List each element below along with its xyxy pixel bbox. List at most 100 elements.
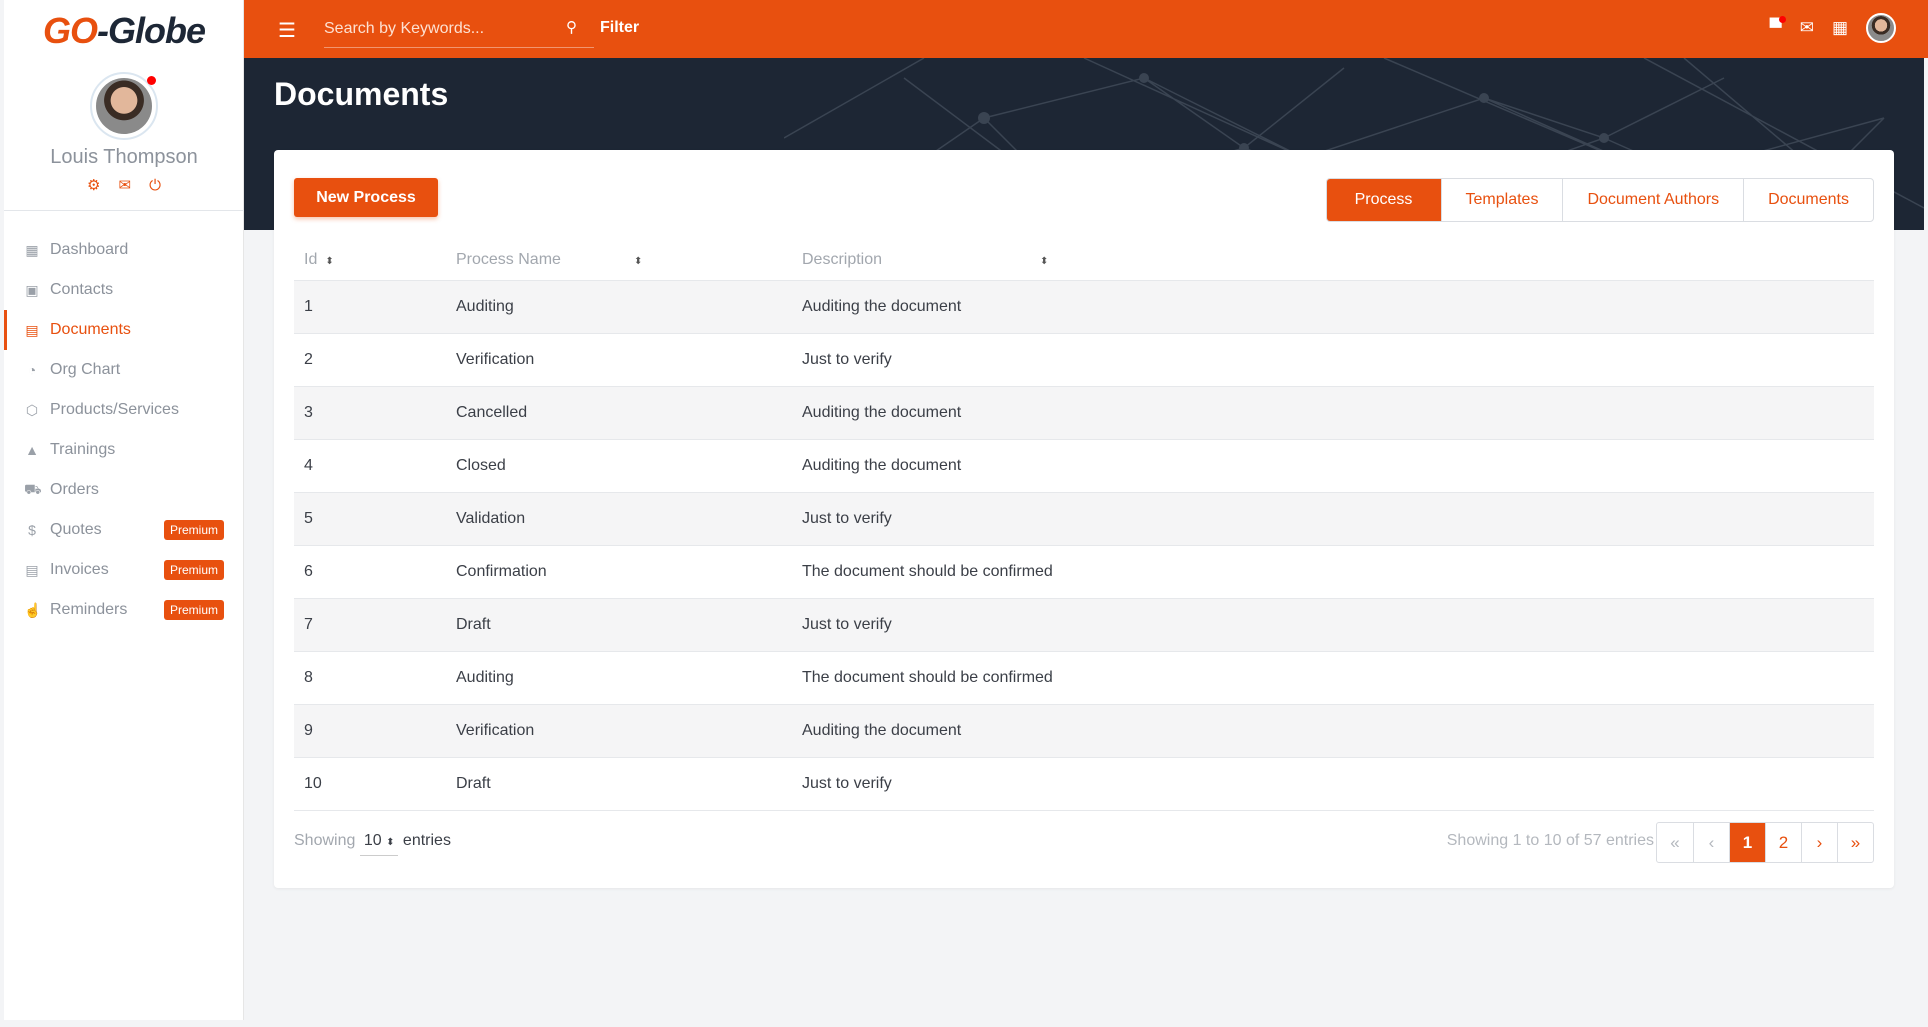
table-row[interactable]: 8 Auditing The document should be confirme… — [294, 651, 1874, 705]
table-row[interactable]: 10 Draft Just to verify — [294, 757, 1874, 811]
sidebar: GO-Globe Louis Thompson ⚙ ✉ ⏻ ▦ Dashboard ▣ C… — [4, 0, 244, 1020]
sidebar-item-label: Contacts — [50, 281, 114, 298]
cell-description: Auditing the document — [792, 439, 1874, 493]
power-icon[interactable]: ⏻ — [149, 177, 161, 194]
table-row[interactable]: 7 Draft Just to verify — [294, 598, 1874, 652]
table-row[interactable]: 4 Closed Auditing the document — [294, 439, 1874, 493]
cell-id: 5 — [294, 492, 446, 546]
sidebar-item-label: Quotes — [50, 521, 102, 538]
sidebar-item-label: Documents — [50, 321, 131, 338]
entries-summary: Showing 1 to 10 of 57 entries — [1446, 832, 1654, 849]
sidebar-nav: ▦ Dashboard ▣ Contacts ▤ Documents ◔ Org Chart ⬡… — [4, 230, 244, 630]
sort-icon: ⬍ — [1040, 255, 1049, 267]
search-icon[interactable]: ⚲ — [566, 18, 577, 36]
page-2-button[interactable]: 2 — [1765, 823, 1801, 862]
column-header-description[interactable]: Description ⬍ — [792, 240, 1874, 281]
tab-process[interactable]: Process — [1326, 179, 1441, 221]
documents-icon: ▤ — [25, 321, 39, 338]
user-avatar[interactable] — [1866, 13, 1896, 43]
logo[interactable]: GO-Globe — [4, 10, 244, 52]
settings-gear-icon[interactable]: ⚙ — [87, 177, 100, 194]
sidebar-item-invoices[interactable]: ▤ Invoices Premium — [4, 550, 244, 590]
cell-id: 4 — [294, 439, 446, 493]
table-row[interactable]: 2 Verification Just to verify — [294, 333, 1874, 387]
table-row[interactable]: 3 Cancelled Auditing the document — [294, 386, 1874, 440]
new-process-button[interactable]: New Process — [294, 178, 438, 217]
tab-templates[interactable]: Templates — [1440, 179, 1563, 221]
filter-button[interactable]: Filter — [600, 19, 639, 37]
table-row[interactable]: 9 Verification Auditing the document — [294, 704, 1874, 758]
mail-icon[interactable]: ✉ — [1800, 18, 1814, 38]
sidebar-item-products-services[interactable]: ⬡ Products/Services — [4, 390, 244, 430]
cell-description: Just to verify — [792, 598, 1874, 652]
cell-id: 3 — [294, 386, 446, 440]
page-1-button[interactable]: 1 — [1729, 823, 1765, 862]
sidebar-item-label: Reminders — [50, 601, 128, 618]
cell-id: 2 — [294, 333, 446, 387]
mail-icon[interactable]: ✉ — [119, 177, 132, 194]
premium-badge: Premium — [163, 560, 224, 580]
chat-icon[interactable]: ▀ — [1770, 16, 1786, 38]
cell-description: The document should be confirmed — [792, 651, 1874, 705]
table-row[interactable]: 5 Validation Just to verify — [294, 492, 1874, 546]
apps-grid-icon[interactable]: ▦ — [1832, 18, 1848, 38]
table-row[interactable]: 1 Auditing Auditing the document — [294, 280, 1874, 334]
sidebar-item-dashboard[interactable]: ▦ Dashboard — [4, 230, 244, 270]
cell-description: Just to verify — [792, 333, 1874, 387]
process-table: Id ⬍ Process Name ⬍ Description ⬍ 1 Auditing… — [294, 240, 1874, 811]
orders-icon: ⛟ — [24, 480, 42, 497]
sidebar-item-trainings[interactable]: ▲ Trainings — [4, 430, 244, 470]
invoices-icon: ▤ — [25, 561, 39, 578]
prev-page-button[interactable]: ‹ — [1693, 823, 1729, 862]
sidebar-item-orders[interactable]: ⛟ Orders — [4, 470, 244, 510]
cell-description: The document should be confirmed — [792, 545, 1874, 599]
sidebar-item-label: Products/Services — [50, 401, 179, 418]
page-size-select[interactable]: 10 ⬍ — [359, 832, 399, 856]
cell-process-name: Closed — [446, 439, 792, 493]
topbar: ☰ Search by Keywords... ⚲ Filter ▀ ✉ ▦ — [244, 0, 1928, 58]
page-title: Documents — [274, 76, 449, 112]
cell-process-name: Cancelled — [446, 386, 792, 440]
table-row[interactable]: 6 Confirmation The document should be conf… — [294, 545, 1874, 599]
cell-description: Auditing the document — [792, 386, 1874, 440]
sidebar-item-label: Orders — [50, 481, 99, 498]
cell-id: 8 — [294, 651, 446, 705]
cell-process-name: Validation — [446, 492, 792, 546]
premium-badge: Premium — [163, 600, 224, 620]
pagination: « ‹ 1 2 › » — [1656, 822, 1874, 863]
cell-id: 10 — [294, 757, 446, 811]
cell-process-name: Auditing — [446, 651, 792, 705]
column-header-id[interactable]: Id ⬍ — [294, 240, 446, 281]
next-page-button[interactable]: › — [1801, 823, 1837, 862]
user-name: Louis Thompson — [50, 146, 198, 168]
sort-icon: ⬍ — [634, 255, 643, 267]
contacts-icon: ▣ — [25, 281, 39, 298]
sidebar-item-org-chart[interactable]: ◔ Org Chart — [4, 350, 244, 390]
quotes-icon: $ — [28, 522, 36, 538]
premium-badge: Premium — [163, 520, 224, 540]
divider — [4, 210, 244, 211]
first-page-button[interactable]: « — [1657, 823, 1693, 862]
cell-id: 6 — [294, 545, 446, 599]
cell-process-name: Draft — [446, 598, 792, 652]
search-input[interactable]: Search by Keywords... — [324, 12, 594, 48]
profile-avatar[interactable] — [90, 72, 158, 140]
cell-process-name: Confirmation — [446, 545, 792, 599]
tab-documents[interactable]: Documents — [1743, 179, 1873, 221]
dashboard-icon: ▦ — [25, 241, 39, 258]
sidebar-item-documents[interactable]: ▤ Documents — [4, 310, 244, 350]
sort-icon: ⬍ — [325, 255, 334, 267]
cell-process-name: Draft — [446, 757, 792, 811]
reminders-icon: ☝ — [24, 601, 42, 618]
last-page-button[interactable]: » — [1837, 823, 1873, 862]
column-header-process-name[interactable]: Process Name ⬍ — [446, 240, 792, 281]
cell-id: 7 — [294, 598, 446, 652]
tab-document-authors[interactable]: Document Authors — [1562, 179, 1743, 221]
sidebar-item-reminders[interactable]: ☝ Reminders Premium — [4, 590, 244, 630]
sidebar-item-quotes[interactable]: $ Quotes Premium — [4, 510, 244, 550]
cell-description: Just to verify — [792, 757, 1874, 811]
sidebar-item-contacts[interactable]: ▣ Contacts — [4, 270, 244, 310]
document-tabs: Process Templates Document Authors Docum… — [1325, 178, 1874, 222]
menu-hamburger-icon[interactable]: ☰ — [278, 18, 296, 43]
org-chart-icon: ◔ — [27, 362, 37, 378]
